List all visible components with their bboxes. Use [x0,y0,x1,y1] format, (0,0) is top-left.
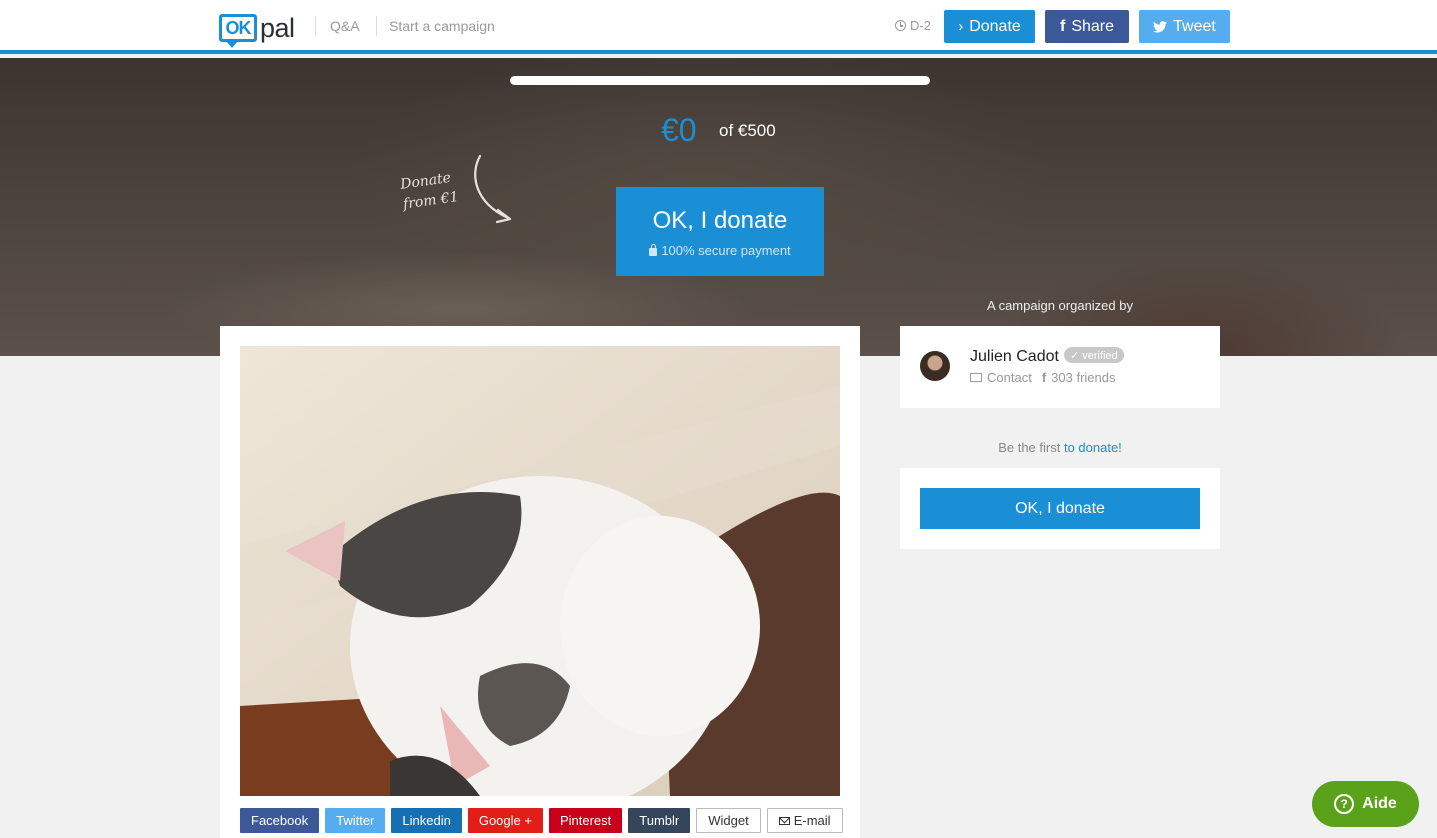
lock-icon [649,243,658,256]
amount-raised: €0 [661,112,697,148]
clock-icon [895,20,906,31]
widget-button[interactable]: Widget [696,808,761,833]
share-tumblr-button[interactable]: Tumblr [628,808,691,833]
hero-donate-label: OK, I donate [652,207,788,234]
nav-divider [315,16,316,36]
deadline-text: D-2 [910,18,931,33]
cat-photo-illustration [240,346,840,796]
sidebar-donate-card: OK, I donate [900,468,1220,549]
share-linkedin-button[interactable]: Linkedin [391,808,462,833]
nav-link-start-campaign[interactable]: Start a campaign [389,18,495,34]
secure-payment-note: 100% secure payment [616,243,824,258]
contact-link[interactable]: Contact [970,370,1032,385]
nav-divider [376,16,377,36]
donate-hint: Donate from €1 [399,167,460,214]
funding-progress-bar [510,76,930,85]
help-label: Aide [1362,795,1397,812]
logo-pal-text: pal [260,12,295,43]
organizer-card: Julien Cadot ✓ verified Contact f 303 fr… [900,326,1220,408]
share-email-label: E-mail [793,813,831,828]
share-twitter-button[interactable]: Twitter [325,808,386,833]
share-facebook-button[interactable]: Facebook [240,808,320,833]
logo-ok-mark: OK [219,14,257,48]
facebook-icon: f [1059,17,1066,35]
friends-count: 303 friends [1051,370,1116,385]
share-googleplus-button[interactable]: Google + [467,808,543,833]
nav-tweet-label: Tweet [1173,17,1216,35]
okpal-logo[interactable]: OK pal [219,11,295,48]
organized-by-label: A campaign organized by [987,298,1133,313]
verified-badge: ✓ verified [1064,347,1124,363]
envelope-icon [778,816,790,825]
nav-tweet-button[interactable]: Tweet [1139,10,1230,43]
secure-payment-text: 100% secure payment [661,243,791,258]
nav-donate-label: Donate [969,17,1021,35]
organizer-avatar[interactable] [920,351,950,381]
share-pinterest-button[interactable]: Pinterest [548,808,623,833]
nav-link-qa[interactable]: Q&A [330,18,360,34]
help-button[interactable]: ? Aide [1312,781,1419,827]
first-donor-link[interactable]: to donate! [1064,440,1122,455]
amount-goal: of €500 [719,121,776,140]
organizer-name[interactable]: Julien Cadot [970,348,1059,366]
top-nav: OK pal Q&A Start a campaign D-2 › Donate… [0,0,1437,54]
facebook-friends: f 303 friends [1042,370,1116,385]
share-email-button[interactable]: E-mail [766,808,843,833]
hero-donate-button[interactable]: OK, I donate 100% secure payment [616,187,824,276]
first-donor-text: Be the first [998,440,1064,455]
campaign-hero: €0 of €500 Donate from €1 OK, I donate 1… [0,58,1437,356]
envelope-icon [970,373,982,382]
first-donor-prompt: Be the first to donate! [900,440,1220,455]
nav-share-button[interactable]: f Share [1045,10,1129,43]
organizer-meta: Contact f 303 friends [970,370,1115,385]
campaign-content-card: Facebook Twitter Linkedin Google + Pinte… [220,326,860,838]
deadline-indicator: D-2 [895,18,931,33]
nav-donate-button[interactable]: › Donate [944,10,1035,43]
facebook-icon: f [1041,370,1047,385]
chevron-right-icon: › [958,18,964,35]
twitter-icon [1153,20,1168,33]
nav-share-label: Share [1071,17,1115,35]
question-icon: ? [1334,794,1355,814]
share-buttons: Facebook Twitter Linkedin Google + Pinte… [240,808,843,833]
sidebar-donate-button[interactable]: OK, I donate [920,488,1200,529]
curved-arrow-icon [474,154,512,224]
campaign-photo[interactable] [240,346,840,796]
contact-label: Contact [987,370,1032,385]
